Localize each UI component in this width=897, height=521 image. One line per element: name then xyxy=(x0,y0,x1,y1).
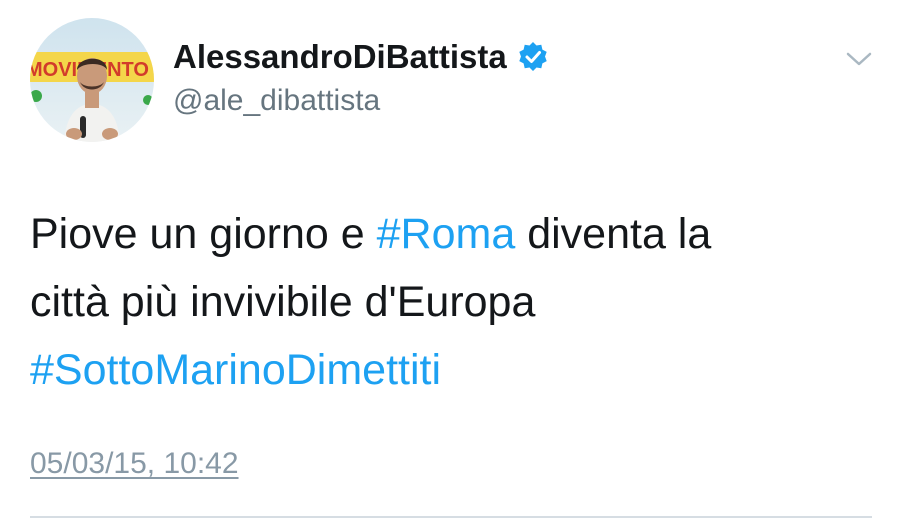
avatar[interactable]: MOVIMENTO xyxy=(30,18,154,142)
avatar-image: MOVIMENTO xyxy=(30,18,154,142)
author-handle[interactable]: @ale_dibattista xyxy=(173,84,380,118)
tweet-card: MOVIMENTO AlessandroDiBattista @ale_diba… xyxy=(0,0,897,521)
verified-badge-icon xyxy=(517,41,549,73)
tweet-timestamp[interactable]: 05/03/15, 10:42 xyxy=(30,447,239,481)
tweet-text-line-3: #SottoMarinoDimettiti xyxy=(30,336,870,404)
tweet-text: Piove un giorno e #Roma diventa la città… xyxy=(30,200,870,404)
hashtag-link-sottomarinodimettiti[interactable]: #SottoMarinoDimettiti xyxy=(30,346,441,394)
tweet-text-line-1: Piove un giorno e #Roma diventa la xyxy=(30,200,870,268)
tweet-text-segment: diventa la xyxy=(515,210,712,258)
tweet-text-line-2: città più invivibile d'Europa xyxy=(30,278,536,326)
tweet-text-segment: Piove un giorno e xyxy=(30,210,377,258)
hashtag-link-roma[interactable]: #Roma xyxy=(377,210,516,258)
chevron-down-icon[interactable] xyxy=(845,48,873,70)
author-name-row: AlessandroDiBattista xyxy=(173,38,549,76)
divider xyxy=(30,516,872,518)
display-name[interactable]: AlessandroDiBattista xyxy=(173,38,507,76)
